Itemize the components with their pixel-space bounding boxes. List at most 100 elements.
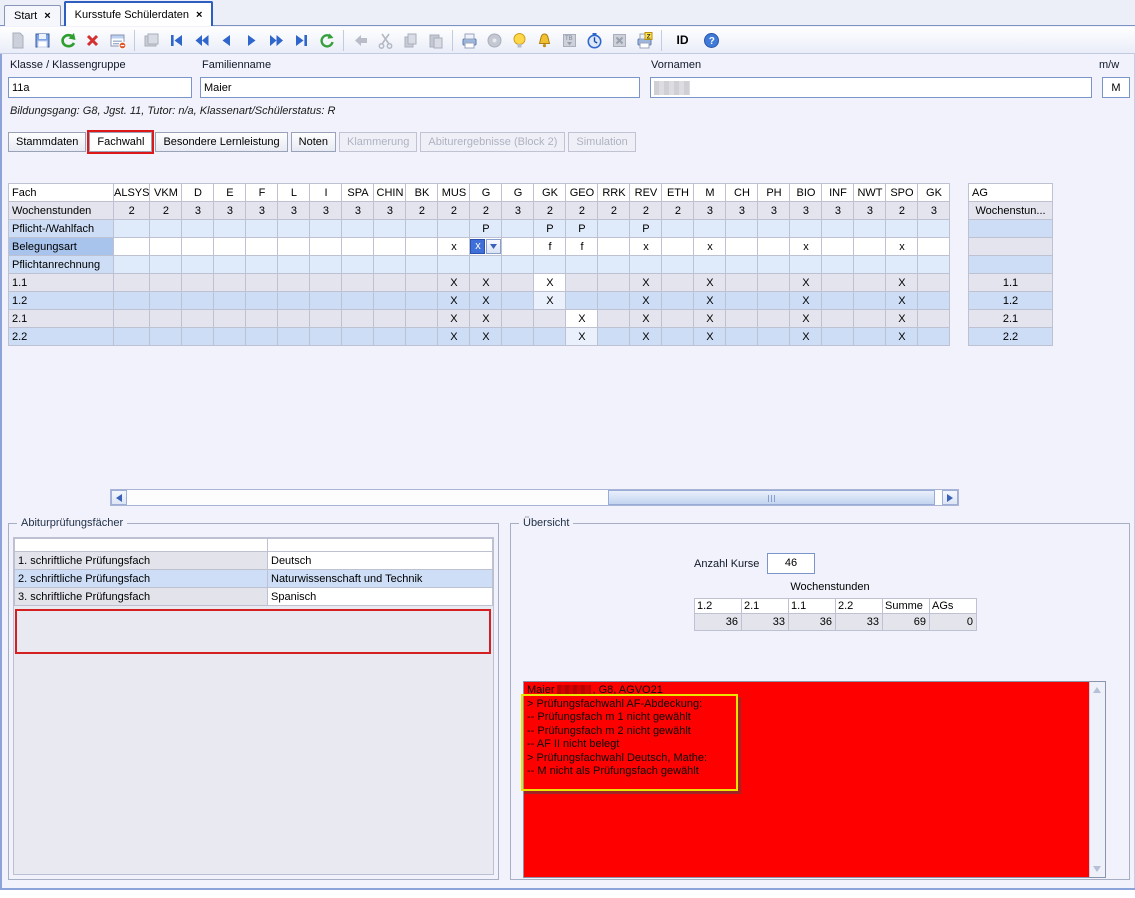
grid-cell[interactable] bbox=[694, 256, 726, 274]
grid-cell[interactable] bbox=[662, 328, 694, 346]
grid-cell[interactable] bbox=[886, 220, 918, 238]
grid-cell[interactable] bbox=[886, 256, 918, 274]
grid-cell[interactable] bbox=[278, 274, 310, 292]
grid-cell[interactable]: 2 bbox=[566, 202, 598, 220]
grid-cell[interactable]: X bbox=[790, 328, 822, 346]
undo-button[interactable] bbox=[55, 29, 80, 52]
delete-button[interactable] bbox=[80, 29, 105, 52]
grid-cell[interactable] bbox=[150, 310, 182, 328]
grid-cell[interactable] bbox=[758, 310, 790, 328]
timer-button[interactable] bbox=[582, 29, 607, 52]
grid-cell[interactable] bbox=[114, 292, 150, 310]
grid-cell[interactable]: f bbox=[566, 238, 598, 256]
grid-cell[interactable] bbox=[342, 310, 374, 328]
edit-form-button[interactable] bbox=[105, 29, 130, 52]
grid-cell[interactable] bbox=[114, 256, 150, 274]
grid-cell[interactable] bbox=[918, 292, 950, 310]
grid-cell[interactable] bbox=[310, 220, 342, 238]
grid-cell[interactable] bbox=[726, 256, 758, 274]
grid-cell[interactable] bbox=[150, 220, 182, 238]
grid-cell[interactable] bbox=[114, 220, 150, 238]
grid-cell[interactable]: 2 bbox=[406, 202, 438, 220]
grid-cell[interactable]: 2 bbox=[534, 202, 566, 220]
v-scroll-up-button[interactable] bbox=[1090, 683, 1104, 697]
grid-cell[interactable]: X bbox=[886, 274, 918, 292]
grid-cell[interactable] bbox=[758, 328, 790, 346]
grid-cell[interactable] bbox=[114, 310, 150, 328]
grid-cell[interactable] bbox=[278, 256, 310, 274]
grid-cell[interactable] bbox=[246, 310, 278, 328]
grid-cell[interactable] bbox=[566, 256, 598, 274]
abitur-table[interactable]: 1. schriftliche PrüfungsfachDeutsch2. sc… bbox=[14, 538, 493, 606]
grid-cell[interactable]: 2 bbox=[598, 202, 630, 220]
notify-button[interactable] bbox=[532, 29, 557, 52]
grid-cell[interactable] bbox=[214, 310, 246, 328]
ag-cell[interactable] bbox=[969, 220, 1053, 238]
grid-cell[interactable] bbox=[182, 238, 214, 256]
grid-cell[interactable]: X bbox=[790, 310, 822, 328]
exam-subject-value[interactable]: Spanisch bbox=[268, 588, 493, 606]
grid-cell[interactable] bbox=[374, 274, 406, 292]
last-record-button[interactable] bbox=[289, 29, 314, 52]
grid-cell[interactable] bbox=[438, 256, 470, 274]
grid-cell[interactable] bbox=[182, 292, 214, 310]
grid-cell[interactable] bbox=[790, 256, 822, 274]
grid-cell[interactable]: X bbox=[694, 310, 726, 328]
grid-cell[interactable] bbox=[854, 238, 886, 256]
grid-cell[interactable] bbox=[598, 256, 630, 274]
grid-cell[interactable] bbox=[534, 256, 566, 274]
grid-cell[interactable] bbox=[822, 328, 854, 346]
grid-cell[interactable] bbox=[662, 238, 694, 256]
grid-cell[interactable] bbox=[182, 220, 214, 238]
grid-cell[interactable] bbox=[246, 274, 278, 292]
grid-cell[interactable]: X bbox=[566, 310, 598, 328]
grid-cell[interactable] bbox=[598, 220, 630, 238]
grid-cell[interactable]: P bbox=[566, 220, 598, 238]
grid-cell[interactable] bbox=[310, 310, 342, 328]
grid-cell[interactable]: 3 bbox=[726, 202, 758, 220]
grid-cell[interactable] bbox=[918, 256, 950, 274]
grid-cell[interactable] bbox=[726, 292, 758, 310]
grid-cell[interactable] bbox=[374, 310, 406, 328]
grid-cell[interactable] bbox=[310, 274, 342, 292]
grid-cell[interactable] bbox=[662, 310, 694, 328]
grid-cell[interactable]: 3 bbox=[758, 202, 790, 220]
grid-cell[interactable] bbox=[502, 256, 534, 274]
grid-cell[interactable] bbox=[662, 256, 694, 274]
id-button[interactable]: ID bbox=[666, 29, 699, 52]
grid-cell[interactable]: 3 bbox=[822, 202, 854, 220]
grid-cell[interactable]: P bbox=[470, 220, 502, 238]
tab-kursstufe-schuelerdaten[interactable]: Kursstufe Schülerdaten × bbox=[64, 1, 214, 26]
grid-cell[interactable] bbox=[758, 256, 790, 274]
save-button[interactable] bbox=[30, 29, 55, 52]
grid-cell[interactable] bbox=[598, 292, 630, 310]
grid-cell[interactable]: X bbox=[694, 328, 726, 346]
grid-cell[interactable] bbox=[726, 238, 758, 256]
print-z-button[interactable]: Z bbox=[632, 29, 657, 52]
grid-cell[interactable] bbox=[374, 292, 406, 310]
ag-cell[interactable] bbox=[969, 238, 1053, 256]
grid-cell[interactable] bbox=[918, 328, 950, 346]
grid-cell[interactable] bbox=[790, 220, 822, 238]
grid-cell[interactable] bbox=[150, 256, 182, 274]
grid-cell[interactable] bbox=[214, 256, 246, 274]
grid-cell[interactable] bbox=[822, 220, 854, 238]
cell-dropdown-button[interactable] bbox=[486, 239, 501, 254]
grid-cell[interactable]: x bbox=[886, 238, 918, 256]
ag-cell[interactable]: 2.1 bbox=[969, 310, 1053, 328]
grid-cell[interactable] bbox=[438, 220, 470, 238]
grid-cell[interactable] bbox=[342, 220, 374, 238]
grid-cell[interactable]: P bbox=[534, 220, 566, 238]
grid-cell[interactable]: 3 bbox=[310, 202, 342, 220]
grid-cell[interactable] bbox=[342, 256, 374, 274]
grid-cell[interactable]: 3 bbox=[502, 202, 534, 220]
grid-cell[interactable] bbox=[854, 292, 886, 310]
grid-cell[interactable] bbox=[758, 292, 790, 310]
grid-cell[interactable]: X bbox=[566, 328, 598, 346]
grid-cell[interactable] bbox=[114, 238, 150, 256]
grid-cell[interactable]: 3 bbox=[214, 202, 246, 220]
ag-cell[interactable] bbox=[969, 256, 1053, 274]
ag-cell[interactable]: 1.1 bbox=[969, 274, 1053, 292]
grid-cell[interactable] bbox=[566, 274, 598, 292]
grid-cell[interactable]: 3 bbox=[182, 202, 214, 220]
